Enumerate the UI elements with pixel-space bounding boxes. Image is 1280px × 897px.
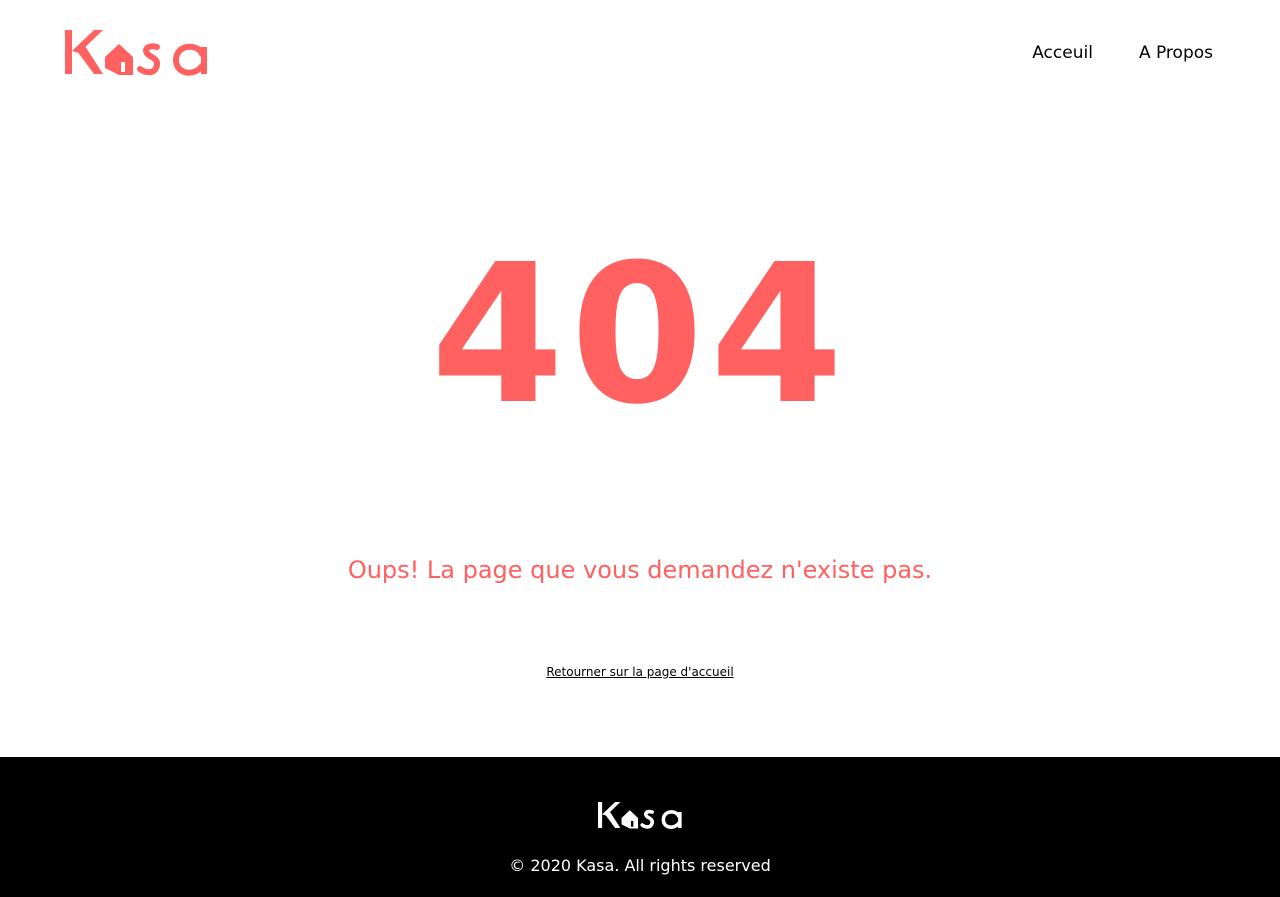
return-home-link[interactable]: Retourner sur la page d'accueil (546, 665, 733, 679)
copyright-text: © 2020 Kasa. All rights reserved (509, 856, 771, 875)
kasa-footer-logo (598, 802, 682, 829)
home-link-container: Retourner sur la page d'accueil (0, 663, 1280, 681)
site-footer: © 2020 Kasa. All rights reserved (0, 757, 1280, 897)
site-header: Acceuil A Propos (0, 0, 1280, 108)
page: Acceuil A Propos 404 Oups! La page que v… (0, 0, 1280, 897)
error-code: 404 (430, 224, 850, 447)
main-nav: Acceuil A Propos (1032, 42, 1213, 64)
error-message: Oups! La page que vous demandez n'existe… (347, 556, 933, 584)
kasa-logo (65, 30, 207, 76)
nav-a-propos-link[interactable]: A Propos (1139, 42, 1213, 64)
nav-acceuil-link[interactable]: Acceuil (1032, 42, 1093, 64)
